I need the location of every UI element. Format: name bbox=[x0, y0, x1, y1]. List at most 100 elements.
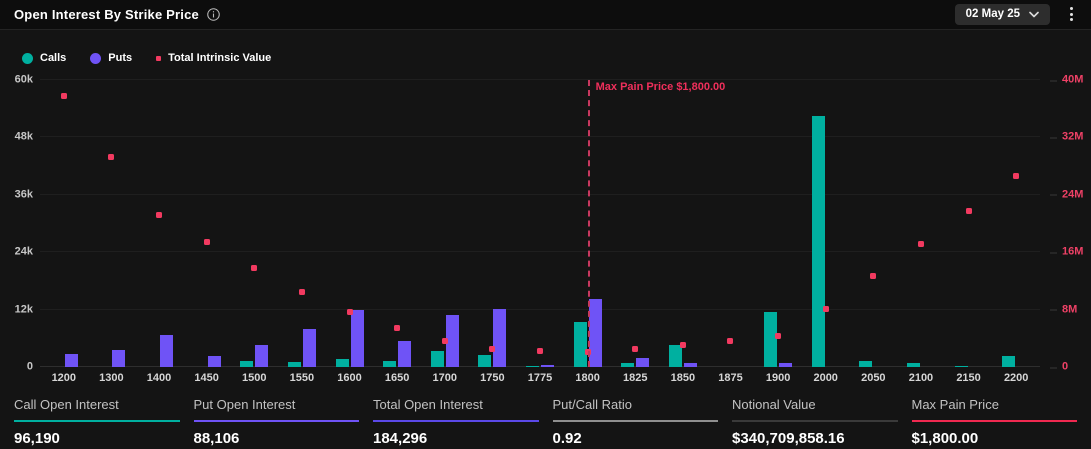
calls-bar bbox=[525, 365, 539, 367]
calls-bar bbox=[478, 354, 492, 367]
calls-bar bbox=[383, 361, 397, 367]
stat-underline bbox=[732, 419, 898, 422]
stat-label: Total Open Interest bbox=[373, 397, 483, 412]
intrinsic-value-dot bbox=[965, 208, 972, 215]
category-slot bbox=[850, 80, 898, 367]
intrinsic-value-dot bbox=[870, 272, 877, 279]
category-slot bbox=[230, 80, 278, 367]
header-controls: 02 May 25 bbox=[954, 3, 1077, 26]
y-axis-left-tick: 12k bbox=[14, 303, 33, 316]
bar-pair bbox=[373, 80, 421, 367]
title-wrap: Open Interest By Strike Price bbox=[14, 7, 220, 22]
category-slot bbox=[135, 80, 183, 367]
calls-bar bbox=[1002, 356, 1016, 367]
x-axis-tick: 1850 bbox=[670, 372, 696, 384]
bar-pair bbox=[135, 80, 183, 367]
intrinsic-value-dot bbox=[251, 265, 258, 271]
y-axis-left-tick: 0 bbox=[26, 360, 33, 373]
intrinsic-value-dot bbox=[441, 338, 448, 345]
category-slot bbox=[421, 80, 469, 367]
x-axis-tick: 1825 bbox=[622, 372, 648, 384]
intrinsic-value-dot bbox=[917, 241, 924, 248]
open-interest-widget: Open Interest By Strike Price 02 May 25 bbox=[0, 0, 1091, 449]
category-slot bbox=[373, 80, 421, 367]
category-slot bbox=[88, 80, 136, 367]
bar-pair bbox=[850, 80, 898, 367]
date-selector-value: 02 May 25 bbox=[965, 7, 1020, 20]
stat-call-open-interest: Call Open Interest 96,190 bbox=[14, 397, 180, 449]
legend-label: Calls bbox=[40, 52, 67, 64]
legend-item-total-intrinsic-value[interactable]: Total Intrinsic Value bbox=[156, 52, 271, 64]
x-axis-tick: 1450 bbox=[194, 372, 219, 384]
header: Open Interest By Strike Price 02 May 25 bbox=[0, 0, 1091, 30]
y-axis-left: 0 12k 24k 36k 48k 60k bbox=[0, 74, 33, 372]
stat-label: Call Open Interest bbox=[14, 397, 119, 412]
x-axis-tick: 1650 bbox=[384, 372, 410, 384]
max-pain-line bbox=[587, 80, 590, 367]
puts-bar bbox=[398, 341, 412, 367]
intrinsic-value-dot bbox=[632, 346, 639, 353]
bar-pair bbox=[230, 80, 278, 367]
stats-bar: Call Open Interest 96,190 Put Open Inter… bbox=[0, 394, 1091, 449]
intrinsic-value-dot bbox=[60, 92, 67, 99]
kebab-menu-button[interactable] bbox=[1066, 5, 1077, 23]
bar-pair bbox=[40, 80, 88, 367]
calls-bar bbox=[240, 361, 254, 367]
calls-bar bbox=[954, 366, 968, 367]
stat-value: 88,106 bbox=[193, 429, 240, 447]
puts-bar bbox=[302, 328, 316, 367]
puts-bar bbox=[779, 363, 793, 367]
page-title: Open Interest By Strike Price bbox=[14, 7, 199, 22]
intrinsic-value-dot bbox=[394, 324, 401, 331]
stat-label: Max Pain Price bbox=[911, 397, 999, 412]
category-slot bbox=[945, 80, 993, 367]
legend-item-puts[interactable]: Puts bbox=[90, 52, 132, 64]
category-slot bbox=[278, 80, 326, 367]
intrinsic-value-dot bbox=[108, 153, 115, 160]
bar-pair bbox=[183, 80, 231, 367]
category-slot bbox=[611, 80, 659, 367]
puts-bar bbox=[64, 353, 78, 367]
stat-label: Put Open Interest bbox=[193, 397, 296, 412]
stat-underline bbox=[373, 419, 539, 422]
intrinsic-value-dot bbox=[489, 346, 496, 353]
date-selector-button[interactable]: 02 May 25 bbox=[954, 3, 1050, 26]
bar-pair bbox=[945, 80, 993, 367]
stat-value: $1,800.00 bbox=[911, 429, 979, 447]
category-slot bbox=[469, 80, 517, 367]
x-axis-tick: 1550 bbox=[289, 372, 315, 384]
intrinsic-value-dot bbox=[822, 305, 829, 312]
x-axis: 1200 1300 1400 1450 1500 1550 1600 1650 1700 1750… bbox=[40, 372, 1040, 386]
x-axis-tick: 1900 bbox=[765, 372, 791, 384]
bar-pair bbox=[611, 80, 659, 367]
category-slot bbox=[754, 80, 802, 367]
y-axis-right-tick: 24M bbox=[1049, 188, 1084, 201]
y-axis-left-tick: 24k bbox=[14, 245, 33, 258]
y-axis-right-tick: 0 bbox=[1049, 360, 1069, 373]
puts-bar bbox=[255, 345, 269, 367]
x-axis-tick: 1500 bbox=[242, 372, 267, 384]
y-axis-right-tick: 40M bbox=[1049, 73, 1084, 86]
stat-label: Notional Value bbox=[732, 397, 816, 412]
bar-pair bbox=[897, 80, 945, 367]
x-axis-tick: 2100 bbox=[908, 372, 934, 384]
puts-bar bbox=[160, 335, 174, 367]
category-slot bbox=[326, 80, 374, 367]
x-axis-tick: 2000 bbox=[813, 372, 838, 384]
category-slot bbox=[516, 80, 564, 367]
x-axis-tick: 1800 bbox=[575, 372, 600, 384]
intrinsic-value-dot bbox=[1013, 173, 1020, 180]
calls-bar bbox=[573, 322, 587, 367]
stat-put-call-ratio: Put/Call Ratio 0.92 bbox=[552, 397, 718, 449]
legend-item-calls[interactable]: Calls bbox=[22, 52, 66, 64]
y-axis-left-tick: 36k bbox=[14, 188, 33, 201]
calls-bar bbox=[764, 312, 778, 367]
intrinsic-value-dot bbox=[298, 288, 305, 295]
stat-underline bbox=[193, 419, 359, 422]
stat-put-open-interest: Put Open Interest 88,106 bbox=[193, 397, 359, 449]
x-axis-tick: 1700 bbox=[432, 372, 457, 384]
stat-underline bbox=[911, 419, 1077, 422]
intrinsic-value-dot bbox=[536, 348, 543, 355]
info-icon[interactable] bbox=[207, 8, 220, 21]
chevron-down-icon bbox=[1029, 11, 1039, 18]
